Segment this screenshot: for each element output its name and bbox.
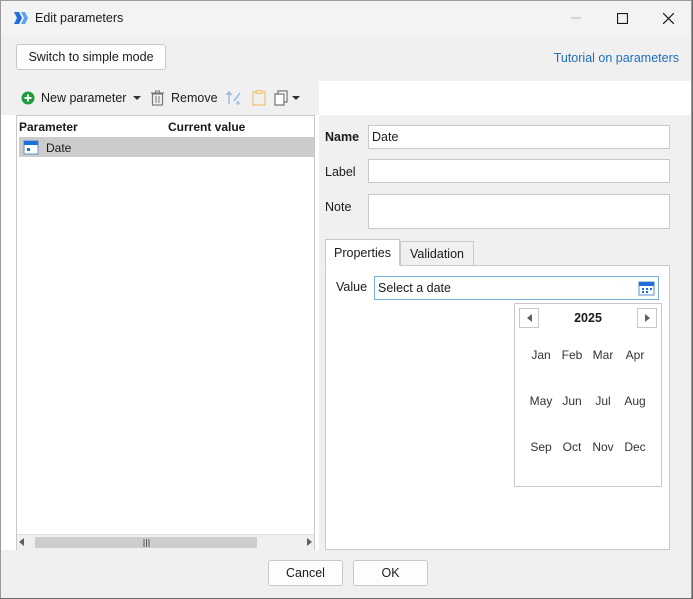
calendar-icon[interactable] xyxy=(638,280,655,296)
next-year-button[interactable] xyxy=(637,308,657,328)
minimize-icon xyxy=(571,17,581,19)
maximize-button[interactable] xyxy=(599,1,645,35)
dialog-footer xyxy=(1,550,691,598)
date-placeholder: Select a date xyxy=(378,281,451,295)
parameter-toolbar: New parameter Remove xyxy=(1,81,319,115)
scroll-thumb[interactable] xyxy=(35,537,257,548)
month-oct[interactable]: Oct xyxy=(556,440,588,454)
grip-icon xyxy=(143,538,149,547)
value-label: Value xyxy=(336,280,368,294)
switch-simple-mode-button[interactable]: Switch to simple mode xyxy=(16,44,166,70)
content-area: New parameter Remove Parameter Current v… xyxy=(1,81,691,598)
trash-icon xyxy=(151,90,164,106)
name-field[interactable]: Date xyxy=(368,125,670,149)
month-feb[interactable]: Feb xyxy=(556,348,588,362)
month-aug[interactable]: Aug xyxy=(619,394,651,408)
column-header-current-value[interactable]: Current value xyxy=(168,120,245,134)
top-bar: Switch to simple mode Tutorial on parame… xyxy=(1,35,691,81)
parameter-details: Name Date Label Note Properties Validati… xyxy=(319,115,691,555)
note-field[interactable] xyxy=(368,194,670,229)
scroll-left-icon[interactable] xyxy=(19,538,24,546)
chevron-down-icon xyxy=(133,96,142,100)
sort-icon[interactable] xyxy=(225,89,243,107)
month-dec[interactable]: Dec xyxy=(619,440,651,454)
label-field[interactable] xyxy=(368,159,670,183)
paste-icon[interactable] xyxy=(250,89,268,107)
cancel-button[interactable]: Cancel xyxy=(268,560,343,586)
minimize-button[interactable] xyxy=(553,1,599,35)
calendar-icon xyxy=(23,140,39,155)
parameter-list[interactable]: Parameter Current value Date xyxy=(16,115,315,551)
date-picker-input[interactable]: Select a date xyxy=(374,276,659,300)
month-picker-popup: 2025 Jan Feb Mar Apr May Jun Jul Aug Sep xyxy=(514,303,662,487)
scroll-right-icon[interactable] xyxy=(307,538,312,546)
new-parameter-label: New parameter xyxy=(41,91,127,105)
column-header-parameter[interactable]: Parameter xyxy=(19,120,78,134)
month-sep[interactable]: Sep xyxy=(525,440,557,454)
duplicate-icon[interactable] xyxy=(273,89,301,107)
tutorial-link[interactable]: Tutorial on parameters xyxy=(554,51,679,65)
month-jan[interactable]: Jan xyxy=(525,348,557,362)
name-label: Name xyxy=(325,130,360,144)
remove-label: Remove xyxy=(171,91,218,105)
close-icon xyxy=(662,12,674,24)
remove-button[interactable]: Remove xyxy=(150,89,218,107)
tab-validation[interactable]: Validation xyxy=(400,241,474,266)
month-nov[interactable]: Nov xyxy=(587,440,619,454)
month-may[interactable]: May xyxy=(525,394,557,408)
add-icon xyxy=(21,91,35,105)
note-label: Note xyxy=(325,200,352,214)
edit-parameters-dialog: Edit parameters Switch to simple mode Tu… xyxy=(0,0,692,598)
window-title: Edit parameters xyxy=(35,11,124,25)
list-item-label: Date xyxy=(46,141,72,155)
month-jul[interactable]: Jul xyxy=(587,394,619,408)
month-jun[interactable]: Jun xyxy=(556,394,588,408)
maximize-icon xyxy=(616,12,628,24)
list-header: Parameter Current value xyxy=(17,116,314,136)
new-parameter-button[interactable]: New parameter xyxy=(21,89,142,107)
month-mar[interactable]: Mar xyxy=(587,348,619,362)
list-item[interactable]: Date xyxy=(19,137,314,157)
close-button[interactable] xyxy=(645,1,691,35)
label-label: Label xyxy=(325,165,356,179)
ok-button[interactable]: OK xyxy=(353,560,428,586)
tab-properties[interactable]: Properties xyxy=(325,239,400,266)
chevron-right-icon xyxy=(644,314,650,322)
title-bar: Edit parameters xyxy=(1,1,691,35)
horizontal-scrollbar[interactable] xyxy=(17,534,314,550)
properties-panel: Value Select a date 2025 Jan Feb Mar Apr… xyxy=(325,265,670,550)
app-logo-icon xyxy=(14,12,28,24)
month-apr[interactable]: Apr xyxy=(619,348,651,362)
